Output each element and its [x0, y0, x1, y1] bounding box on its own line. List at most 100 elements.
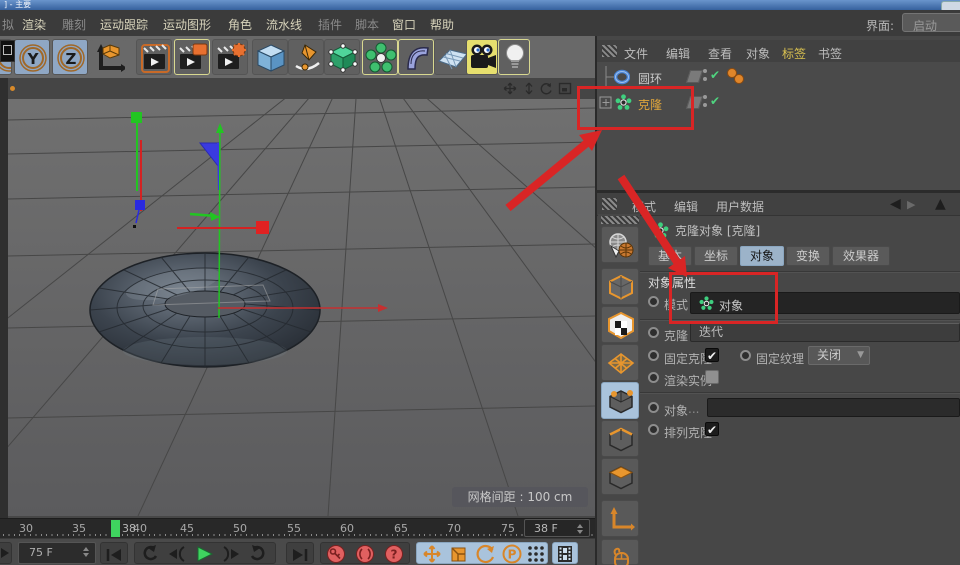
mode-texture-button[interactable] — [601, 306, 639, 343]
am-menu-edit[interactable]: 编辑 — [674, 198, 698, 215]
history-back-icon[interactable]: ◀ — [890, 196, 901, 212]
move-mode-icon[interactable] — [421, 544, 443, 564]
history-forward-icon[interactable]: ▶ — [907, 198, 915, 211]
clone-dropdown[interactable]: 迭代 — [690, 323, 960, 342]
pan-icon[interactable] — [503, 82, 517, 95]
rotate-mode-icon[interactable] — [475, 544, 497, 564]
play-button-icon[interactable] — [192, 544, 216, 564]
object-row-cloner[interactable]: 克隆 ✔ — [597, 92, 960, 114]
om-menu-file[interactable]: 文件 — [624, 45, 648, 62]
gizmo-red-handle[interactable] — [256, 221, 269, 234]
viewport-title-bar[interactable] — [8, 78, 595, 100]
mode-field[interactable]: 对象 — [690, 292, 960, 314]
visibility-dot-bottom[interactable] — [703, 103, 707, 107]
dolly-icon[interactable] — [522, 82, 536, 95]
axis-y-lock-button[interactable]: Y — [14, 39, 50, 75]
loop-back-icon[interactable] — [138, 544, 162, 564]
camera-object-button[interactable] — [466, 39, 498, 75]
deformer-bend-button[interactable] — [398, 39, 434, 75]
enabled-check[interactable]: ✔ — [710, 94, 720, 108]
am-menu-mode[interactable]: 模式 — [632, 198, 656, 215]
tag-dot[interactable] — [734, 74, 744, 84]
menu-mograph[interactable]: 运动图形 — [163, 16, 211, 33]
render-team-button[interactable] — [212, 39, 248, 75]
parent-mode-icon[interactable]: P — [501, 544, 523, 564]
om-menu-view[interactable]: 查看 — [708, 45, 732, 62]
primitive-cube-button[interactable] — [252, 39, 288, 75]
coordinate-system-button[interactable] — [90, 39, 126, 75]
tab-object[interactable]: 对象 — [740, 246, 784, 266]
interface-dropdown[interactable]: 启动 — [902, 13, 960, 32]
film-button[interactable] — [552, 542, 578, 564]
object-name[interactable]: 克隆 — [638, 96, 662, 113]
menu-motion-tracking[interactable]: 运动跟踪 — [100, 16, 148, 33]
mode-points-button-active[interactable] — [601, 382, 639, 419]
visibility-dot-bottom[interactable] — [703, 77, 707, 81]
subdivision-surface-button[interactable] — [324, 39, 360, 75]
autokey-icon[interactable] — [354, 544, 376, 564]
mode-uv-grid-button[interactable] — [601, 344, 639, 381]
object-field-radio[interactable] — [648, 402, 659, 413]
snap-grid-icon[interactable] — [525, 544, 547, 564]
gizmo-green-handle[interactable] — [131, 112, 142, 123]
loop-forward-icon[interactable] — [246, 544, 270, 564]
visibility-dot-top[interactable] — [703, 69, 707, 73]
render-instance-radio[interactable] — [648, 372, 659, 383]
visibility-dot-top[interactable] — [703, 95, 707, 99]
clone-radio[interactable] — [648, 327, 659, 338]
mograph-cloner-button[interactable] — [362, 39, 398, 75]
record-key-icon[interactable] — [325, 544, 347, 564]
om-menu-bookmarks[interactable]: 书签 — [818, 45, 842, 62]
menu-character[interactable]: 角色 — [228, 16, 252, 33]
gizmo-blue-handle[interactable] — [135, 200, 145, 210]
maximize-icon[interactable] — [558, 82, 572, 95]
panel-grip[interactable] — [602, 198, 617, 210]
torus-object[interactable] — [90, 253, 320, 367]
tab-coordinates[interactable]: 坐标 — [694, 246, 738, 266]
mode-mouse-button[interactable] — [601, 539, 639, 565]
spline-pen-button[interactable] — [288, 39, 324, 75]
render-view-button[interactable] — [136, 39, 172, 75]
help-key-icon[interactable]: ? — [383, 544, 405, 564]
column-grip[interactable] — [601, 216, 639, 224]
mode-radio[interactable] — [648, 296, 659, 307]
object-name[interactable]: 圆环 — [638, 70, 662, 87]
render-settings-button[interactable] — [174, 39, 210, 75]
layer-color-box[interactable] — [686, 96, 703, 109]
mode-polygons-button[interactable] — [601, 458, 639, 495]
object-row-torus[interactable]: 圆环 ✔ — [597, 66, 960, 88]
end-frame-spinner[interactable] — [83, 547, 90, 557]
render-instance-checkbox[interactable] — [705, 370, 719, 384]
light-object-button[interactable] — [498, 39, 530, 75]
menu-window[interactable]: 窗口 — [392, 16, 416, 33]
fix-clone-radio[interactable] — [648, 350, 659, 361]
frame-spinner[interactable] — [577, 524, 584, 534]
om-menu-edit[interactable]: 编辑 — [666, 45, 690, 62]
mode-world-button[interactable] — [601, 226, 639, 263]
menu-simulate[interactable]: 拟 — [2, 16, 14, 33]
previous-key-icon[interactable] — [165, 544, 189, 564]
axis-z-lock-button[interactable]: Z — [52, 39, 88, 75]
timeline-playhead[interactable] — [111, 520, 120, 537]
menu-pipeline[interactable]: 流水线 — [266, 16, 302, 33]
menu-help[interactable]: 帮助 — [430, 16, 454, 33]
align-clone-radio[interactable] — [648, 424, 659, 435]
tab-basic[interactable]: 基本 — [648, 246, 692, 266]
fix-texture-dropdown[interactable]: 关闭 ▼ — [808, 346, 870, 365]
scroll-up-icon[interactable]: ▲ — [935, 196, 946, 212]
panel-grip[interactable] — [602, 45, 617, 57]
menu-render[interactable]: 渲染 — [22, 16, 46, 33]
menu-script[interactable]: 脚本 — [355, 16, 379, 33]
tab-effectors[interactable]: 效果器 — [832, 246, 890, 266]
align-clone-checkbox[interactable]: ✔ — [705, 422, 719, 436]
viewport-canvas[interactable] — [8, 99, 595, 516]
om-menu-object[interactable]: 对象 — [746, 45, 770, 62]
floor-object-button[interactable] — [434, 39, 470, 75]
fix-clone-checkbox[interactable]: ✔ — [705, 348, 719, 362]
goto-start-button[interactable] — [100, 542, 128, 564]
menu-plugins[interactable]: 插件 — [318, 16, 342, 33]
expander-icon[interactable] — [599, 96, 613, 110]
end-frame-field[interactable]: 75 F — [18, 542, 96, 564]
mode-edges-button[interactable] — [601, 420, 639, 457]
partial-button[interactable] — [0, 542, 12, 564]
